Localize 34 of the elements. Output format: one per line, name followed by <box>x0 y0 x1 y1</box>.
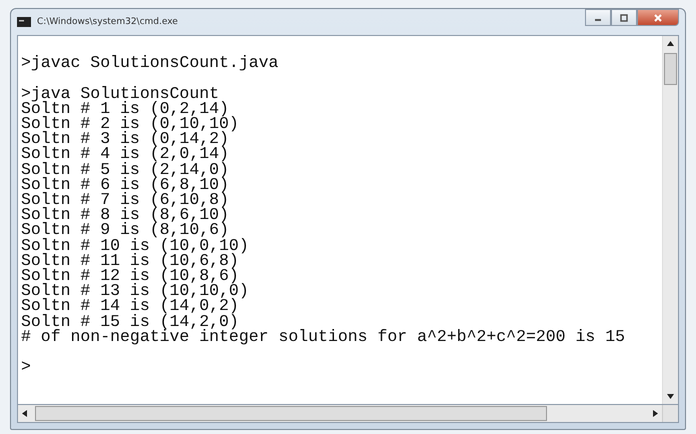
window-title: C:\Windows\system32\cmd.exe <box>37 17 178 27</box>
console-line: Soltn # 9 is (8,10,6) <box>21 222 229 238</box>
console-line: Soltn # 14 is (14,0,2) <box>21 298 239 314</box>
console-line: Soltn # 8 is (8,6,10) <box>21 207 230 222</box>
vertical-scrollbar[interactable] <box>662 36 678 404</box>
console-line: >java SolutionsCount <box>21 86 220 101</box>
console-line: Soltn # 7 is (6,10,8) <box>21 192 230 208</box>
console-line: Soltn # 3 is (0,14,2) <box>21 131 229 146</box>
console-line: > <box>21 359 32 374</box>
scroll-up-icon[interactable] <box>667 41 674 46</box>
maximize-button[interactable] <box>611 9 637 26</box>
resize-grip[interactable] <box>662 405 678 422</box>
close-button[interactable] <box>637 9 679 26</box>
minimize-button[interactable] <box>585 9 611 26</box>
maximize-icon <box>619 14 629 22</box>
console-line: Soltn # 11 is (10,6,8) <box>21 252 239 268</box>
scroll-down-icon[interactable] <box>667 394 674 399</box>
console-line: Soltn # 6 is (6,8,10) <box>21 176 230 192</box>
console-line: Soltn # 12 is (10,8,6) <box>21 268 239 284</box>
console-line: Soltn # 5 is (2,14,0) <box>21 162 230 177</box>
console-line: Soltn # 4 is (2,0,14) <box>21 146 230 162</box>
console-line: >javac SolutionsCount.java <box>21 55 280 70</box>
close-icon <box>653 14 663 22</box>
console-line: Soltn # 15 is (14,2,0) <box>21 314 239 329</box>
console-icon <box>17 17 31 27</box>
scroll-left-icon[interactable] <box>22 410 27 417</box>
scroll-right-icon[interactable] <box>653 410 658 417</box>
console-line: Soltn # 10 is (10,0,10) <box>21 238 250 253</box>
console-line: Soltn # 1 is (0,2,14) <box>21 100 229 116</box>
console-line: Soltn # 2 is (0,10,10) <box>21 116 240 132</box>
scroll-thumb[interactable] <box>35 406 547 421</box>
console-line: Soltn # 13 is (10,10,0) <box>21 283 250 298</box>
console-line: # of non-negative integer solutions for a^2+b^2+c^2=200 is 15 <box>21 328 626 344</box>
scroll-thumb[interactable] <box>664 53 677 85</box>
